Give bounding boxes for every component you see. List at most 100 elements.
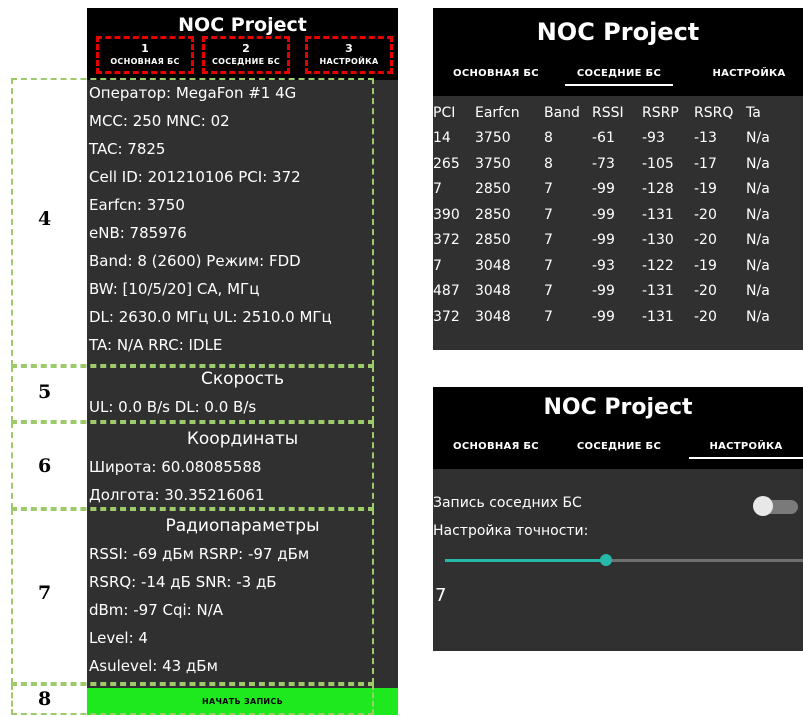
table-cell: -128 [642, 181, 674, 198]
column-header: RSSI [592, 104, 624, 121]
table-cell: 372 [433, 308, 460, 325]
table-cell: 7 [544, 257, 553, 274]
app-header: NOC Project 1 ОСНОВНАЯ БС 2 СОСЕДНИЕ БС … [87, 8, 398, 80]
neighbor-bs-screen: NOC Project ОСНОВНАЯ БС СОСЕДНИЕ БС НАСТ… [433, 8, 803, 350]
table-cell: -61 [592, 130, 615, 147]
table-row: 14 3750 8 -61 -93 -13 N/a [433, 126, 796, 152]
table-cell: -73 [592, 155, 615, 172]
tab-settings[interactable]: НАСТРОЙКА [689, 437, 803, 459]
column-header: Earfcn [475, 104, 520, 121]
table-cell: N/a [746, 232, 770, 249]
table-cell: 7 [544, 283, 553, 300]
table-row: 7 3048 7 -93 -122 -19 N/a [433, 253, 796, 279]
tab-main-bs[interactable]: ОСНОВНАЯ БС [441, 64, 551, 84]
table-cell: N/a [746, 257, 770, 274]
table-row: 390 2850 7 -99 -131 -20 N/a [433, 202, 796, 228]
tab-neighbor-bs[interactable]: СОСЕДНИЕ БС [565, 64, 673, 86]
table-cell: -99 [592, 206, 615, 223]
table-cell: -20 [694, 283, 717, 300]
table-cell: -93 [592, 257, 615, 274]
column-header: Band [544, 104, 580, 121]
column-header: PCI [433, 104, 456, 121]
annotation-box-radio [11, 509, 374, 684]
tab-main-bs[interactable]: ОСНОВНАЯ БС [441, 437, 551, 457]
table-cell: -105 [642, 155, 674, 172]
app-title: NOC Project [536, 18, 700, 46]
table-cell: -13 [694, 130, 717, 147]
tab-settings[interactable]: 3 НАСТРОЙКА [305, 36, 393, 74]
table-cell: 7 [544, 206, 553, 223]
table-cell: 390 [433, 206, 460, 223]
table-cell: -17 [694, 155, 717, 172]
tab-label: СОСЕДНИЕ БС [211, 57, 281, 66]
table-cell: -99 [592, 181, 615, 198]
table-cell: 3048 [475, 283, 511, 300]
table-cell: 2850 [475, 232, 511, 249]
table-cell: -19 [694, 181, 717, 198]
table-cell: -131 [642, 283, 674, 300]
app-header: NOC Project ОСНОВНАЯ БС СОСЕДНИЕ БС НАСТ… [433, 387, 803, 469]
annotation-box-coords [11, 422, 374, 509]
slider-thumb[interactable] [600, 554, 613, 566]
toggle-knob[interactable] [753, 496, 773, 516]
tab-neighbor-bs[interactable]: СОСЕДНИЕ БС [565, 437, 673, 457]
column-header: RSRP [642, 104, 679, 121]
table-cell: N/a [746, 206, 770, 223]
annotation-number: 8 [38, 688, 52, 710]
annotation-number: 4 [38, 208, 52, 230]
tab-main-bs[interactable]: 1 ОСНОВНАЯ БС [96, 36, 194, 74]
table-row: 7 2850 7 -99 -128 -19 N/a [433, 177, 796, 203]
column-header: RSRQ [694, 104, 734, 121]
annotation-box-cell-info [11, 78, 374, 366]
table-cell: N/a [746, 155, 770, 172]
table-cell: N/a [746, 181, 770, 198]
annotation-box-speed [11, 366, 374, 422]
tab-label: НАСТРОЙКА [319, 57, 379, 66]
record-neighbors-label: Запись соседних БС [433, 495, 582, 511]
tab-number: 2 [242, 42, 250, 55]
table-cell: 8 [544, 130, 553, 147]
accuracy-value: 7 [435, 585, 447, 606]
tab-number: 1 [141, 42, 149, 55]
table-row: 487 3048 7 -99 -131 -20 N/a [433, 279, 796, 305]
table-row: 265 3750 8 -73 -105 -17 N/a [433, 151, 796, 177]
tab-neighbor-bs[interactable]: 2 СОСЕДНИЕ БС [202, 36, 290, 74]
neighbors-table-body: 14 3750 8 -61 -93 -13 N/a 265 3750 8 -73 -105 -17 N/a… [433, 126, 796, 330]
table-cell: -20 [694, 232, 717, 249]
accuracy-label: Настройка точности: [433, 523, 589, 539]
settings-screen: NOC Project ОСНОВНАЯ БС СОСЕДНИЕ БС НАСТ… [433, 387, 803, 651]
annotation-number: 7 [38, 582, 52, 604]
neighbors-table: PCI Earfcn Band RSSI RSRP RSRQ Ta 14 3750… [433, 100, 796, 330]
table-cell: N/a [746, 130, 770, 147]
table-cell: 3750 [475, 130, 511, 147]
table-cell: -20 [694, 308, 717, 325]
slider-fill [445, 559, 607, 562]
table-cell: 3750 [475, 155, 511, 172]
table-cell: -20 [694, 206, 717, 223]
table-cell: N/a [746, 308, 770, 325]
app-title: NOC Project [543, 395, 693, 420]
table-row: 372 2850 7 -99 -130 -20 N/a [433, 228, 796, 254]
tab-bar: ОСНОВНАЯ БС СОСЕДНИЕ БС НАСТРОЙКА [433, 64, 803, 94]
table-cell: 487 [433, 283, 460, 300]
table-cell: 8 [544, 155, 553, 172]
table-cell: 7 [433, 181, 442, 198]
tab-label: ОСНОВНАЯ БС [110, 57, 180, 66]
accuracy-slider[interactable] [445, 559, 803, 562]
tab-settings[interactable]: НАСТРОЙКА [701, 64, 797, 84]
annotation-number: 6 [38, 455, 52, 477]
table-cell: -99 [592, 283, 615, 300]
table-cell: 372 [433, 232, 460, 249]
table-cell: 2850 [475, 181, 511, 198]
table-cell: -122 [642, 257, 674, 274]
table-cell: -130 [642, 232, 674, 249]
app-title: NOC Project [178, 14, 307, 36]
table-row: 372 3048 7 -99 -131 -20 N/a [433, 304, 796, 330]
table-cell: -93 [642, 130, 665, 147]
table-cell: 7 [544, 308, 553, 325]
table-cell: 3048 [475, 257, 511, 274]
table-cell: 14 [433, 130, 451, 147]
table-cell: N/a [746, 283, 770, 300]
table-cell: -99 [592, 232, 615, 249]
app-header: NOC Project ОСНОВНАЯ БС СОСЕДНИЕ БС НАСТ… [433, 8, 803, 96]
